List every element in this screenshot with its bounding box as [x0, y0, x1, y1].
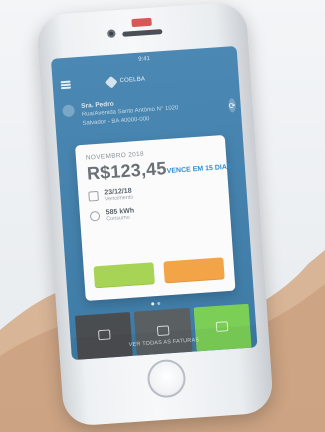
- lightbulb-icon: [89, 210, 101, 222]
- logo-text: COELBA: [119, 76, 146, 85]
- bill-due-status: VENCE EM 15 DIAS: [166, 163, 232, 176]
- menu-icon-line: [60, 80, 71, 83]
- consumption-item: 585 kWh Consumo: [89, 202, 221, 225]
- consumption-text: 585 kWh Consumo: [106, 208, 135, 224]
- menu-icon-line: [60, 83, 71, 86]
- share-icon[interactable]: ⟳: [228, 98, 236, 113]
- status-time: 9:41: [138, 55, 151, 63]
- app-logo: COELBA: [104, 75, 146, 89]
- smartphone: 9:41 COELBA Sra. Pedro Rua/Avenida Santo…: [35, 1, 275, 427]
- bill-meta: 23/12/18 Vencimento 585 kWh Consumo: [88, 182, 220, 225]
- pager-dot: [157, 301, 161, 306]
- pager-dot-active: [151, 302, 155, 306]
- home-button[interactable]: [146, 358, 187, 399]
- menu-icon-line: [60, 86, 72, 89]
- phone-screen: 9:41 COELBA Sra. Pedro Rua/Avenida Santo…: [50, 45, 258, 361]
- due-date-item: 23/12/18 Vencimento: [88, 182, 219, 205]
- due-date-label: Vencimento: [104, 194, 134, 203]
- share-glyph: ⟳: [228, 100, 236, 111]
- bill-card[interactable]: NOVEMBRO 2018 R$123,45 VENCE EM 15 DIAS …: [75, 134, 236, 302]
- due-date-text: 23/12/18 Vencimento: [104, 187, 134, 203]
- photo-scene: 9:41 COELBA Sra. Pedro Rua/Avenida Santo…: [0, 0, 325, 432]
- details-button[interactable]: [163, 257, 225, 284]
- earpiece: [122, 29, 163, 37]
- account-text: Sra. Pedro Rua/Avenida Santo Antônio N° …: [81, 93, 223, 135]
- bill-amount: R$123,45: [86, 158, 168, 184]
- logo-mark: [104, 75, 118, 89]
- carousel-pager: [151, 301, 161, 306]
- pay-button[interactable]: [93, 262, 155, 289]
- consumption-label: Consumo: [106, 215, 130, 223]
- bill-actions: [93, 257, 225, 289]
- location-pin-icon: [62, 104, 75, 118]
- calendar-icon: [88, 190, 99, 202]
- brand-tag: [131, 17, 152, 28]
- menu-icon[interactable]: [60, 80, 72, 90]
- front-camera: [107, 29, 116, 38]
